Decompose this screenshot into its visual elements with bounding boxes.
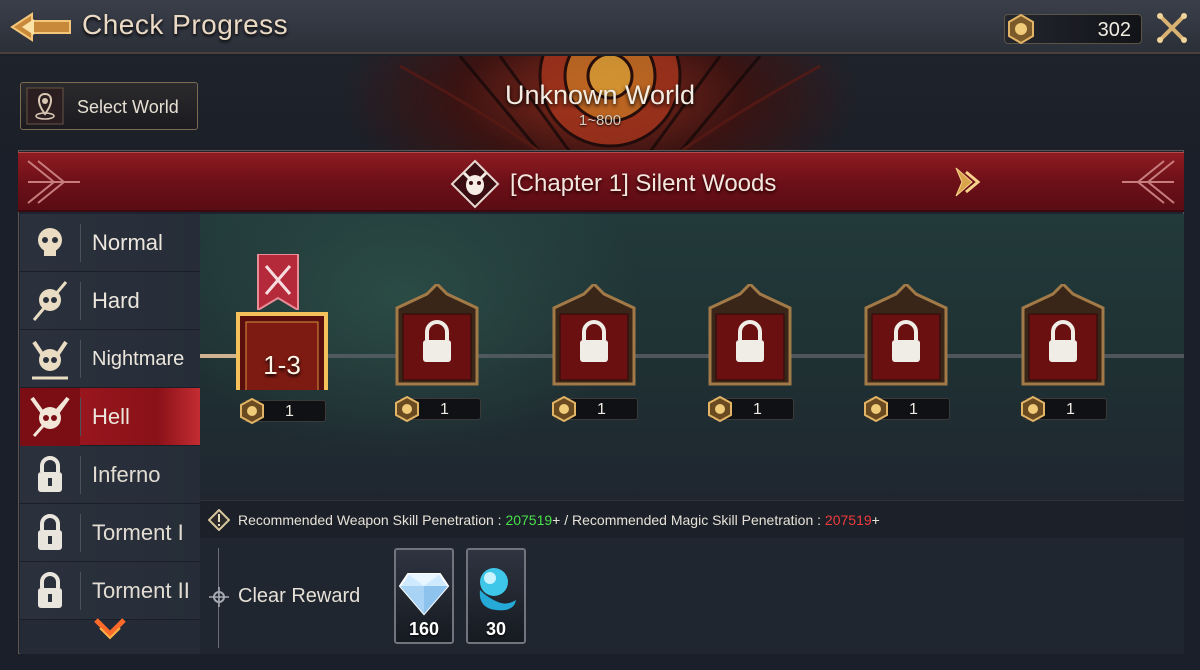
difficulty-label: Hell xyxy=(92,404,130,429)
ornament-right-icon xyxy=(1118,157,1178,212)
map-pin-icon xyxy=(25,86,65,126)
divider xyxy=(80,282,81,320)
recommendation-text: Recommended Weapon Skill Penetration : 2… xyxy=(238,512,880,528)
difficulty-item-hell[interactable]: Hell xyxy=(20,388,200,446)
stage-frame-locked xyxy=(708,284,792,386)
stage-cost-value: 1 xyxy=(285,403,294,420)
chapter-bar: [Chapter 1] Silent Woods xyxy=(18,152,1184,212)
difficulty-item-inferno[interactable]: Inferno xyxy=(20,446,200,504)
magic-suffix: + xyxy=(871,512,880,528)
difficulty-item-normal[interactable]: Normal xyxy=(20,214,200,272)
divider xyxy=(80,340,81,378)
difficulty-label: Hard xyxy=(92,288,140,313)
demon-skull-icon xyxy=(20,388,80,446)
magic-penetration-value: 207519 xyxy=(824,512,872,528)
chevron-down-icon[interactable] xyxy=(92,616,128,642)
page-title: Check Progress xyxy=(82,9,289,40)
difficulty-label: Torment II xyxy=(92,578,190,603)
reward-item[interactable]: 30 xyxy=(466,548,526,644)
lock-icon xyxy=(20,562,80,620)
select-world-button[interactable]: Select World xyxy=(20,82,198,130)
stage-node-locked[interactable]: 1 xyxy=(858,284,954,423)
stamina-coin-icon xyxy=(394,395,420,427)
top-bar: Check Progress 302 xyxy=(0,0,1200,54)
clear-reward-label: Clear Reward xyxy=(238,585,361,607)
stage-cost-value: 1 xyxy=(753,401,762,418)
stage-frame-locked xyxy=(1021,284,1105,386)
reward-area: Clear Reward 160 30 xyxy=(200,538,1184,654)
stage-frame-locked xyxy=(864,284,948,386)
difficulty-label: Inferno xyxy=(92,462,161,487)
difficulty-item-hard[interactable]: Hard xyxy=(20,272,200,330)
stage-node-locked[interactable]: 1 xyxy=(702,284,798,423)
back-arrow-icon[interactable] xyxy=(8,8,74,46)
close-icon[interactable] xyxy=(1154,10,1190,46)
reward-qty: 30 xyxy=(485,619,507,639)
stage-cost-value: 1 xyxy=(1066,401,1075,418)
ornament-left-icon xyxy=(24,157,84,212)
warning-icon xyxy=(207,508,231,532)
blue-flame-orb-icon xyxy=(470,560,522,620)
divider xyxy=(80,398,81,436)
weapon-prefix: Recommended Weapon Skill Penetration : xyxy=(238,512,506,528)
stage-label: 1-3 xyxy=(263,350,301,380)
select-world-label: Select World xyxy=(77,97,179,117)
stage-frame-locked xyxy=(395,284,479,386)
stamina-coin-icon xyxy=(707,395,733,427)
stamina-coin-icon xyxy=(1005,13,1037,50)
stage-cost: 1 xyxy=(708,395,794,423)
stamina-coin-icon xyxy=(239,397,265,429)
divider xyxy=(80,456,81,494)
lock-icon xyxy=(20,446,80,504)
stage-cost: 1 xyxy=(552,395,638,423)
stage-frame-locked xyxy=(552,284,636,386)
divider xyxy=(80,224,81,262)
skull-icon xyxy=(20,214,80,272)
stage-node-locked[interactable]: 1 xyxy=(389,284,485,423)
next-chapter-arrow-icon[interactable] xyxy=(950,164,988,200)
world-name: Unknown World xyxy=(504,80,696,110)
stamina-coin-icon xyxy=(863,395,889,427)
stage-cost: 1 xyxy=(395,395,481,423)
stamina-coin-icon xyxy=(1020,395,1046,427)
stage-node-locked[interactable]: 1 xyxy=(1015,284,1111,423)
divider xyxy=(80,572,81,610)
weapon-penetration-value: 207519 xyxy=(505,512,553,528)
stage-cost-value: 1 xyxy=(597,401,606,418)
divider xyxy=(80,514,81,552)
difficulty-item-nightmare[interactable]: Nightmare xyxy=(20,330,200,388)
difficulty-label: Torment I xyxy=(92,520,184,545)
world-level-range: 1~800 xyxy=(578,112,622,129)
knot-icon xyxy=(208,586,230,608)
recommendation-bar: Recommended Weapon Skill Penetration : 2… xyxy=(200,500,1184,538)
difficulty-label: Normal xyxy=(92,230,163,255)
diamond-icon xyxy=(398,560,450,620)
skull-spear-icon xyxy=(20,272,80,330)
weapon-suffix: + / Recommended Magic Skill Penetration … xyxy=(552,512,825,528)
difficulty-item-torment-2[interactable]: Torment II xyxy=(20,562,200,620)
stage-cost: 1 xyxy=(864,395,950,423)
horned-skull-icon xyxy=(20,330,80,388)
chapter-title: [Chapter 1] Silent Woods xyxy=(510,170,777,197)
demon-skull-chapter-icon xyxy=(450,159,500,209)
difficulty-list: Normal Hard Nightmare Hell Inferno Torme xyxy=(20,214,200,654)
reward-item[interactable]: 160 xyxy=(394,548,454,644)
lock-icon xyxy=(20,504,80,562)
stage-cost: 1 xyxy=(1021,395,1107,423)
difficulty-item-torment-1[interactable]: Torment I xyxy=(20,504,200,562)
stage-cost-value: 1 xyxy=(440,401,449,418)
stage-cost: 1 xyxy=(240,397,326,425)
stamina-coin-icon xyxy=(551,395,577,427)
sword-flag-icon xyxy=(256,253,300,312)
currency-value: 302 xyxy=(1097,19,1131,41)
stage-node-locked[interactable]: 1 xyxy=(546,284,642,423)
currency-display: 302 xyxy=(1004,13,1142,45)
reward-qty: 160 xyxy=(408,619,440,639)
stage-cost-value: 1 xyxy=(909,401,918,418)
difficulty-label: Nightmare xyxy=(92,348,185,370)
